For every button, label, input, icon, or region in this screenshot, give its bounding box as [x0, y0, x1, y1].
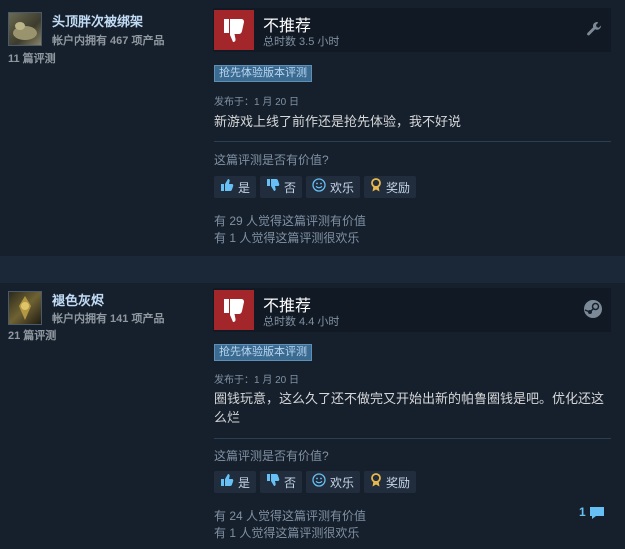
review-body: 不推荐 总时数 4.4 小时 抢先体验版本评测 发布于：1 月 20 日 圈钱玩…: [205, 283, 611, 549]
vote-yes-button[interactable]: 是: [214, 176, 257, 199]
thumbs-down-icon: [266, 177, 280, 199]
vote-funny-button[interactable]: 欢乐: [306, 471, 361, 494]
vote-header[interactable]: 不推荐 总时数 4.4 小时: [213, 288, 611, 332]
helpful-count: 有 29 人觉得这篇评测有价值: [214, 214, 367, 228]
products-owned[interactable]: 帐户内拥有 141 项产品: [52, 310, 164, 326]
vote-funny-label: 欢乐: [330, 475, 355, 490]
review-body: 不推荐 总时数 3.5 小时 抢先体验版本评测 发布于：1 月 20 日 新游戏…: [205, 0, 611, 256]
smiley-icon: [312, 472, 326, 494]
review-card: 褪色灰烬 帐户内拥有 141 项产品 21 篇评测 不推荐 总时数 4.4 小时…: [0, 283, 625, 549]
smiley-icon: [312, 177, 326, 199]
vote-no-button[interactable]: 否: [260, 176, 303, 199]
vote-funny-button[interactable]: 欢乐: [306, 176, 361, 199]
comment-count-link[interactable]: 1: [579, 505, 605, 520]
early-access-badge: 抢先体验版本评测: [214, 344, 312, 361]
award-icon: [370, 472, 382, 494]
hours-played: 总时数 3.5 小时: [263, 36, 340, 48]
divider: [214, 141, 611, 142]
vote-header[interactable]: 不推荐 总时数 3.5 小时: [213, 8, 611, 52]
thumbs-up-icon: [220, 177, 234, 199]
award-icon: [370, 177, 382, 199]
review-separator: [0, 256, 625, 283]
review-author: 褪色灰烬 帐户内拥有 141 项产品 21 篇评测: [0, 283, 200, 549]
helpful-question: 这篇评测是否有价值?: [214, 153, 329, 167]
funny-count: 有 1 人觉得这篇评测很欢乐: [214, 231, 360, 245]
thumbs-up-icon: [220, 472, 234, 494]
reviews-count[interactable]: 21 篇评测: [8, 327, 56, 343]
vote-no-label: 否: [284, 180, 297, 195]
steam-icon: [583, 299, 603, 322]
award-label: 奖励: [386, 475, 411, 490]
vote-yes-button[interactable]: 是: [214, 471, 257, 494]
avatar[interactable]: [8, 12, 42, 46]
comment-icon: [590, 506, 604, 519]
thumbs-down-box: [214, 10, 254, 50]
hours-played: 总时数 4.4 小时: [263, 316, 340, 328]
vote-buttons: 是 否 欢乐 奖励: [214, 176, 420, 198]
thumbs-down-icon: [224, 299, 244, 322]
vote-no-button[interactable]: 否: [260, 471, 303, 494]
vote-yes-label: 是: [238, 475, 251, 490]
posted-date: 发布于：1 月 20 日: [214, 375, 300, 386]
award-label: 奖励: [386, 180, 411, 195]
helpful-count: 有 24 人觉得这篇评测有价值: [214, 509, 367, 523]
award-button[interactable]: 奖励: [364, 471, 417, 494]
comment-count: 1: [578, 505, 586, 519]
persona-name[interactable]: 褪色灰烬: [52, 290, 104, 309]
persona-name[interactable]: 头顶胖次被绑架: [52, 11, 143, 30]
posted-date: 发布于：1 月 20 日: [214, 97, 300, 108]
thumbs-down-box: [214, 290, 254, 330]
review-card: 头顶胖次被绑架 帐户内拥有 467 项产品 11 篇评测 不推荐 总时数 3.5…: [0, 0, 625, 256]
vote-no-label: 否: [284, 475, 297, 490]
early-access-badge: 抢先体验版本评测: [214, 65, 312, 82]
vote-yes-label: 是: [238, 180, 251, 195]
funny-count: 有 1 人觉得这篇评测很欢乐: [214, 526, 360, 540]
vote-buttons: 是 否 欢乐 奖励: [214, 471, 420, 493]
thumbs-down-icon: [266, 472, 280, 494]
thumbs-down-icon: [224, 19, 244, 42]
wrench-icon: [585, 20, 603, 41]
helpful-question: 这篇评测是否有价值?: [214, 449, 329, 463]
products-owned[interactable]: 帐户内拥有 467 项产品: [52, 32, 164, 48]
reviews-count[interactable]: 11 篇评测: [8, 50, 56, 66]
avatar[interactable]: [8, 291, 42, 325]
review-content: 新游戏上线了前作还是抢先体验，我不好说: [214, 114, 462, 129]
vote-funny-label: 欢乐: [330, 180, 355, 195]
divider: [214, 438, 611, 439]
review-author: 头顶胖次被绑架 帐户内拥有 467 项产品 11 篇评测: [0, 0, 200, 256]
award-button[interactable]: 奖励: [364, 176, 417, 199]
review-content: 圈钱玩意，这么久了还不做完又开始出新的帕鲁圈钱是吧。优化还这么烂: [214, 391, 605, 425]
